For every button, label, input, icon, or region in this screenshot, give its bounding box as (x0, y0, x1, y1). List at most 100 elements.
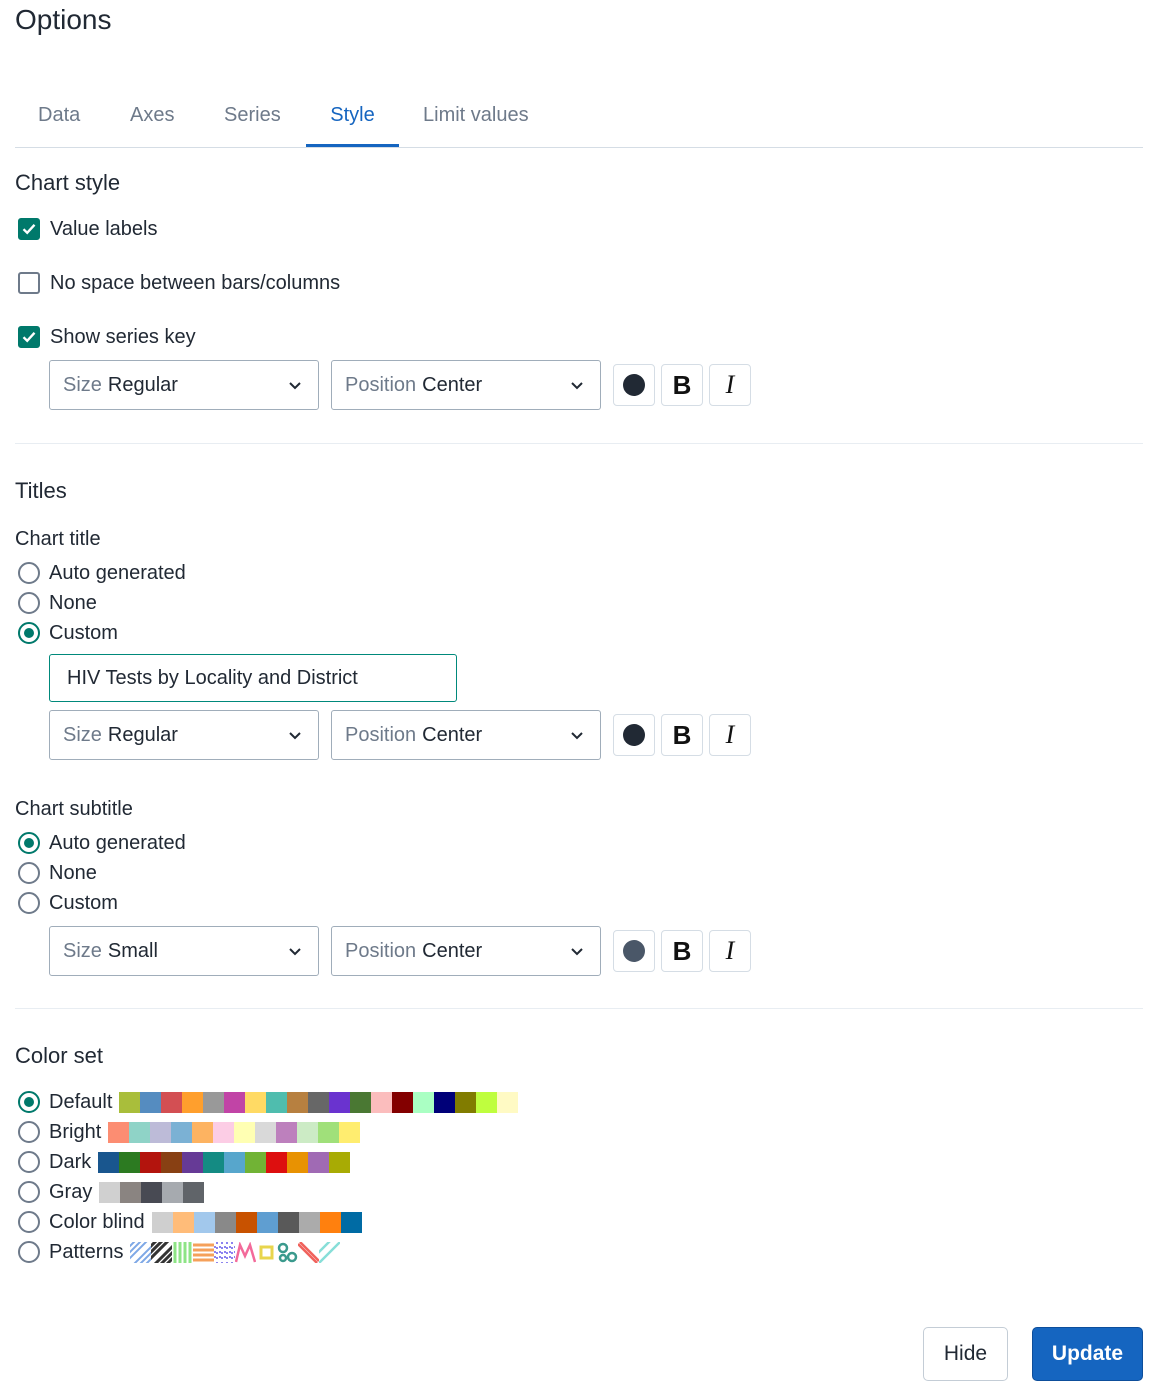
series-key-italic-button[interactable]: I (709, 364, 751, 406)
radio-selected-icon (18, 622, 40, 644)
color-swatch (340, 1211, 362, 1233)
radio-label: Default (49, 1090, 113, 1113)
page-title: Options (15, 4, 112, 35)
chart-subtitle-radio-auto[interactable]: Auto generated (18, 828, 186, 858)
select-prefix: Size (63, 939, 102, 962)
radio-label: None (49, 861, 97, 884)
color-set-radio-bright[interactable]: Bright (18, 1117, 361, 1147)
select-prefix: Position (345, 373, 417, 396)
select-value: Center (422, 373, 483, 396)
color-swatch (497, 1091, 519, 1113)
chart-title-radio-custom[interactable]: Custom (18, 618, 118, 648)
color-set-radio-default[interactable]: Default (18, 1087, 519, 1117)
series-key-checkbox[interactable]: Show series key (18, 322, 196, 352)
series-key-size-select[interactable]: Size Regular (49, 360, 319, 410)
color-swatches (108, 1121, 361, 1143)
color-swatch (266, 1151, 288, 1173)
tab-data[interactable]: Data (15, 86, 103, 147)
chart-title-radio-none[interactable]: None (18, 588, 97, 618)
color-swatch (182, 1091, 204, 1113)
color-swatch (256, 1211, 278, 1233)
tab-style[interactable]: Style (306, 86, 399, 147)
color-set-radio-patterns[interactable]: Patterns (18, 1237, 341, 1267)
chart-title-position-select[interactable]: Position Center (331, 710, 601, 760)
no-space-label: No space between bars/columns (50, 271, 341, 294)
color-set-radio-color-blind[interactable]: Color blind (18, 1207, 362, 1237)
color-swatches (119, 1091, 519, 1113)
color-swatch (287, 1151, 309, 1173)
select-value: Regular (107, 723, 178, 746)
pattern-swatch (130, 1241, 152, 1263)
color-swatch (172, 1211, 194, 1233)
pattern-swatch (256, 1242, 277, 1263)
radio-label: Bright (49, 1120, 102, 1143)
radio-icon (18, 1241, 40, 1263)
radio-label: None (49, 591, 97, 614)
tab-limit-values[interactable]: Limit values (400, 86, 552, 147)
series-key-position-select[interactable]: Position Center (331, 360, 601, 410)
radio-label: Custom (49, 621, 118, 644)
radio-label: Dark (49, 1150, 92, 1173)
tab-axes[interactable]: Axes (107, 86, 197, 147)
color-swatch (329, 1091, 351, 1113)
color-set-radio-gray[interactable]: Gray (18, 1177, 205, 1207)
color-swatch (287, 1091, 309, 1113)
color-swatch (162, 1181, 184, 1203)
chart-subtitle-radio-none[interactable]: None (18, 858, 97, 888)
color-swatch (277, 1211, 299, 1233)
pattern-swatch (298, 1241, 320, 1263)
color-set-radio-dark[interactable]: Dark (18, 1147, 351, 1177)
no-space-checkbox[interactable]: No space between bars/columns (18, 268, 340, 298)
radio-icon (18, 562, 40, 584)
color-swatch (203, 1091, 225, 1113)
chart-subtitle-size-select[interactable]: Size Small (49, 926, 319, 976)
chart-title-bold-button[interactable]: B (661, 714, 703, 756)
tab-series[interactable]: Series (201, 86, 304, 147)
color-swatch (297, 1121, 319, 1143)
chart-subtitle-radio-custom[interactable]: Custom (18, 888, 118, 918)
italic-icon: I (725, 720, 735, 749)
color-swatch (298, 1211, 320, 1233)
chart-title-radio-auto[interactable]: Auto generated (18, 558, 186, 588)
color-swatch (151, 1211, 173, 1233)
chart-title-input[interactable]: HIV Tests by Locality and District (49, 654, 457, 702)
radio-icon (18, 592, 40, 614)
color-set-heading: Color set (15, 1043, 104, 1068)
hide-button[interactable]: Hide (923, 1327, 1008, 1381)
radio-label: Patterns (49, 1240, 124, 1263)
chart-subtitle-color-button[interactable] (613, 930, 655, 972)
chart-subtitle-italic-button[interactable]: I (709, 930, 751, 972)
chevron-down-icon (289, 732, 301, 740)
select-prefix: Position (345, 939, 417, 962)
bold-icon: B (672, 935, 692, 966)
color-swatch (224, 1091, 246, 1113)
color-swatch (192, 1121, 214, 1143)
color-swatch (224, 1151, 246, 1173)
color-swatch (318, 1121, 340, 1143)
pattern-swatch (193, 1242, 215, 1263)
chart-title-size-select[interactable]: Size Regular (49, 710, 319, 760)
color-swatch (183, 1181, 205, 1203)
series-key-color-button[interactable] (613, 364, 655, 406)
color-swatch (276, 1121, 298, 1143)
color-swatch (119, 1091, 141, 1113)
chart-subtitle-position-select[interactable]: Position Center (331, 926, 601, 976)
color-swatch (234, 1121, 256, 1143)
chart-subtitle-bold-button[interactable]: B (661, 930, 703, 972)
color-swatch (476, 1091, 498, 1113)
color-swatch (213, 1121, 235, 1143)
color-swatch (98, 1151, 120, 1173)
color-swatch (329, 1151, 351, 1173)
radio-selected-icon (18, 1091, 40, 1113)
update-button[interactable]: Update (1032, 1327, 1143, 1381)
select-prefix: Size (63, 723, 102, 746)
color-swatch (245, 1151, 267, 1173)
value-labels-checkbox[interactable]: Value labels (18, 214, 157, 244)
series-key-bold-button[interactable]: B (661, 364, 703, 406)
color-swatch (413, 1091, 435, 1113)
chevron-down-icon (571, 732, 583, 740)
color-swatch (235, 1211, 257, 1233)
chart-title-italic-button[interactable]: I (709, 714, 751, 756)
titles-heading: Titles (15, 478, 67, 503)
chart-title-color-button[interactable] (613, 714, 655, 756)
